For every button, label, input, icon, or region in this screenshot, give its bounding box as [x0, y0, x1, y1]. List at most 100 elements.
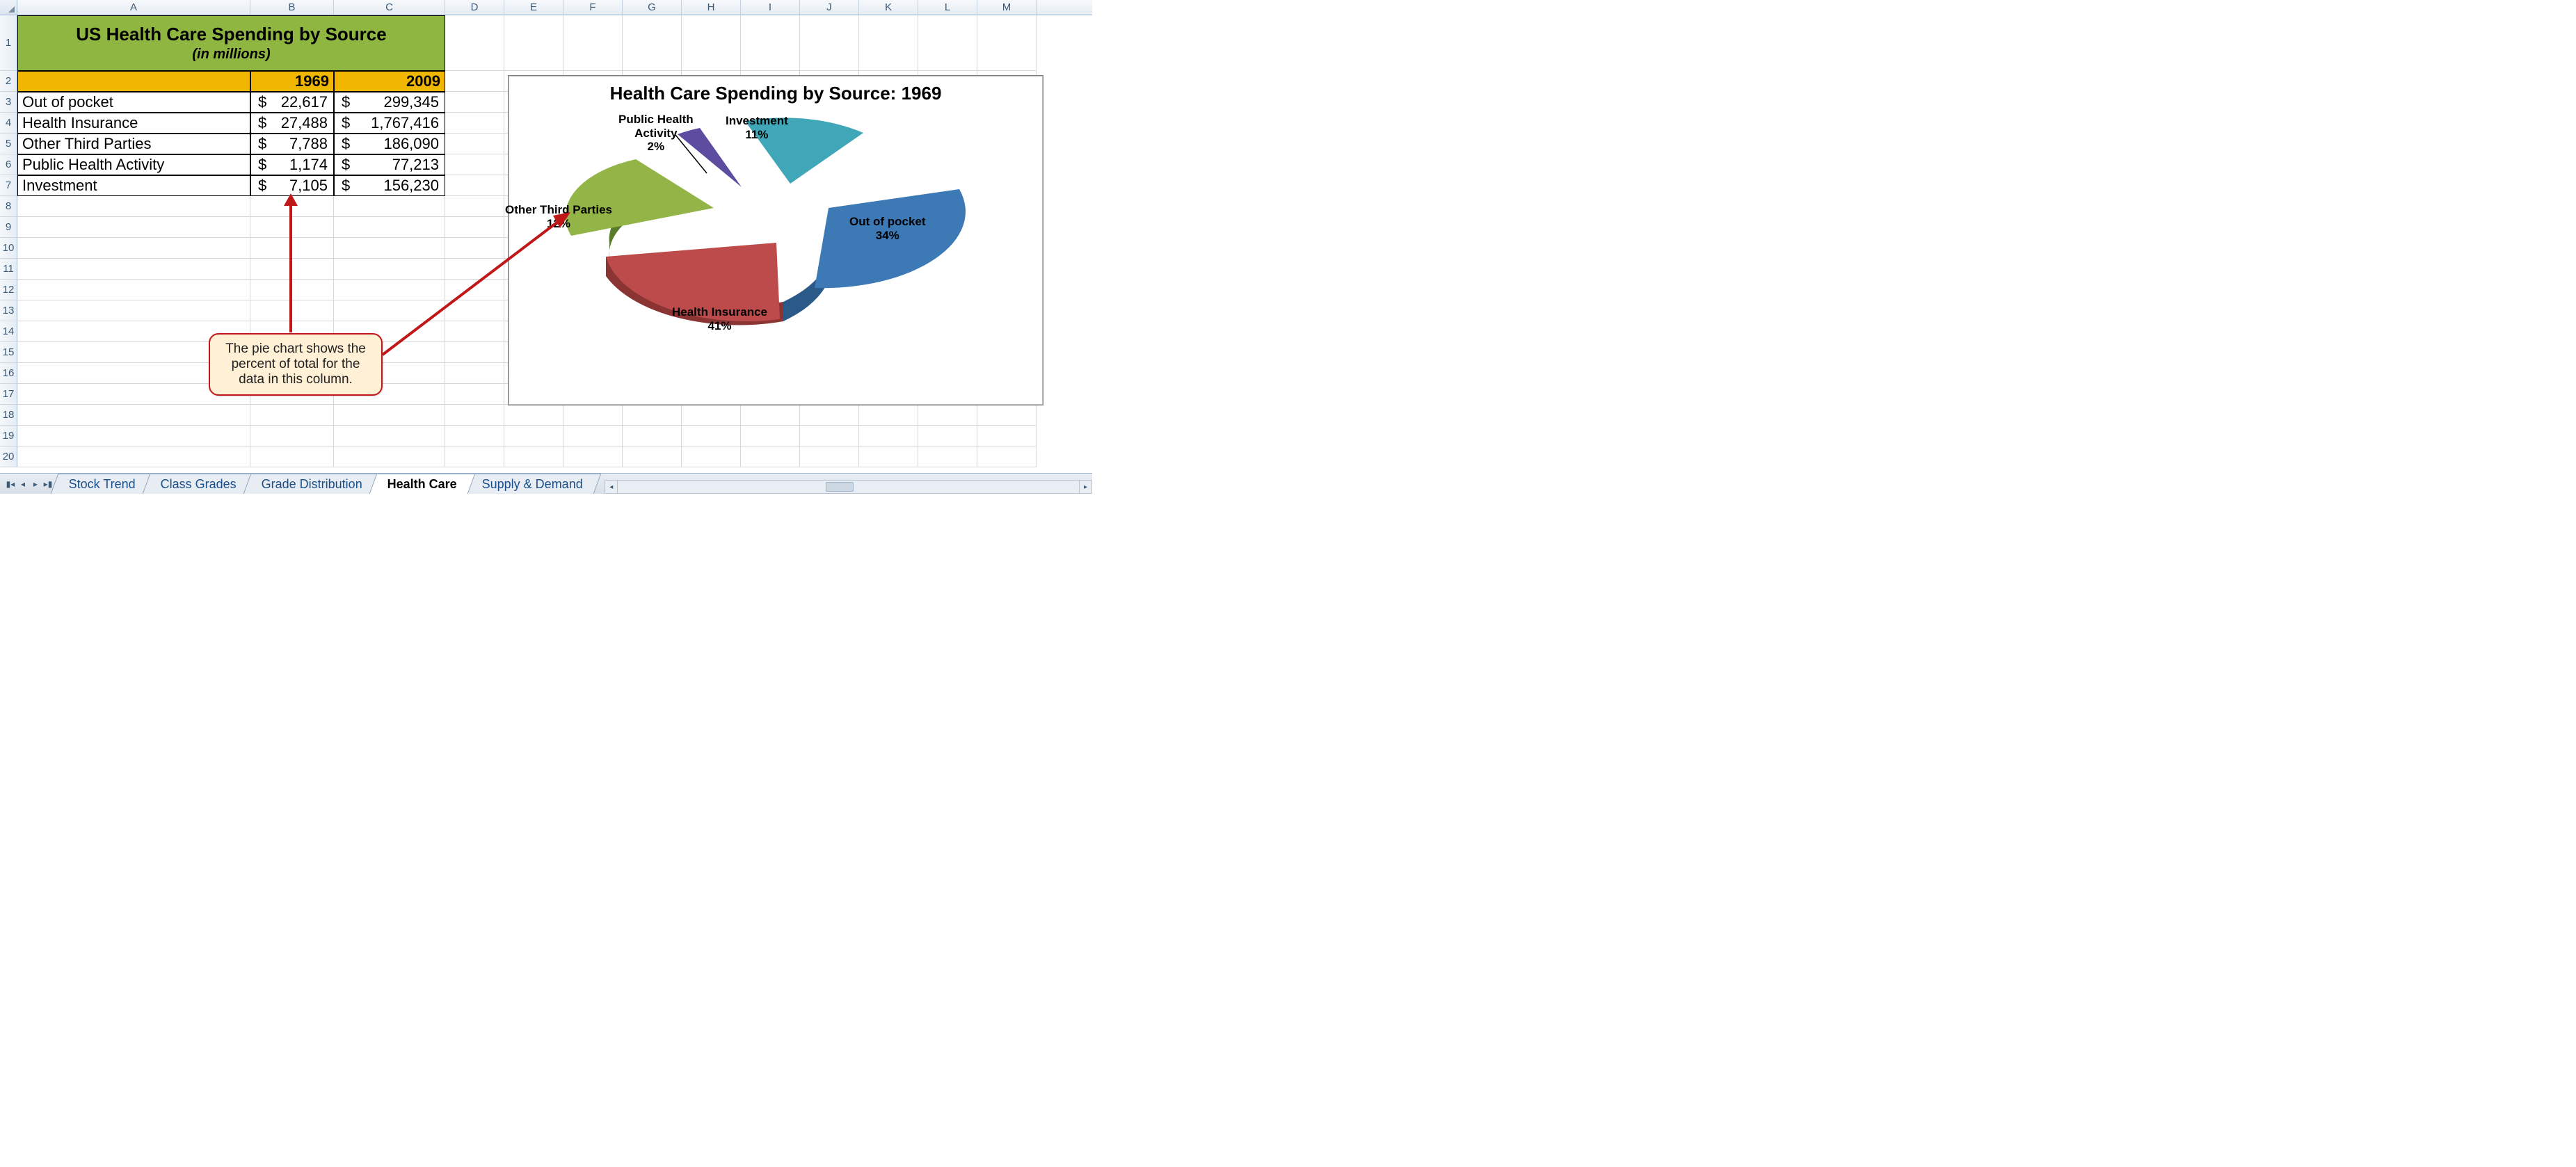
sheet-tab-grade-distribution[interactable]: Grade Distribution	[243, 474, 381, 494]
cell-H20[interactable]	[682, 446, 741, 467]
col-header-H[interactable]: H	[682, 0, 741, 15]
col-header-B[interactable]: B	[250, 0, 334, 15]
col-header-M[interactable]: M	[977, 0, 1037, 15]
cell-H1[interactable]	[682, 15, 741, 71]
cell-B20[interactable]	[250, 446, 334, 467]
cell-D5[interactable]	[445, 134, 504, 154]
select-all-corner[interactable]	[0, 0, 17, 15]
cell-D8[interactable]	[445, 196, 504, 217]
scroll-track[interactable]	[618, 481, 1079, 493]
row-header-14[interactable]: 14	[0, 321, 17, 342]
row-header-3[interactable]: 3	[0, 92, 17, 113]
row-header-16[interactable]: 16	[0, 363, 17, 384]
cell-A9[interactable]	[17, 217, 250, 238]
cell-G19[interactable]	[623, 426, 682, 446]
cell-D17[interactable]	[445, 384, 504, 405]
cell-F1[interactable]	[563, 15, 623, 71]
cell-C6[interactable]: $77,213	[334, 154, 445, 175]
cell-D2[interactable]	[445, 71, 504, 92]
cell-D11[interactable]	[445, 259, 504, 280]
cell-A10[interactable]	[17, 238, 250, 259]
tab-nav-next[interactable]: ▸	[29, 477, 42, 491]
row-header-7[interactable]: 7	[0, 175, 17, 196]
cell-A2[interactable]	[17, 71, 250, 92]
col-header-J[interactable]: J	[800, 0, 859, 15]
cell-D20[interactable]	[445, 446, 504, 467]
cell-B4[interactable]: $27,488	[250, 113, 334, 134]
cell-L18[interactable]	[918, 405, 977, 426]
col-header-A[interactable]: A	[17, 0, 250, 15]
cell-B6[interactable]: $1,174	[250, 154, 334, 175]
col-header-E[interactable]: E	[504, 0, 563, 15]
row-header-11[interactable]: 11	[0, 259, 17, 280]
cell-H19[interactable]	[682, 426, 741, 446]
cell-C18[interactable]	[334, 405, 445, 426]
cell-D1[interactable]	[445, 15, 504, 71]
cell-C13[interactable]	[334, 300, 445, 321]
cell-A20[interactable]	[17, 446, 250, 467]
cell-I19[interactable]	[741, 426, 800, 446]
cell-B8[interactable]	[250, 196, 334, 217]
scroll-right-icon[interactable]: ▸	[1079, 481, 1091, 493]
cell-D3[interactable]	[445, 92, 504, 113]
cell-D19[interactable]	[445, 426, 504, 446]
cell-D4[interactable]	[445, 113, 504, 134]
cell-F20[interactable]	[563, 446, 623, 467]
scroll-left-icon[interactable]: ◂	[605, 481, 618, 493]
cell-C3[interactable]: $299,345	[334, 92, 445, 113]
scroll-thumb[interactable]	[826, 482, 854, 492]
sheet-tab-supply-demand[interactable]: Supply & Demand	[464, 474, 602, 494]
col-header-D[interactable]: D	[445, 0, 504, 15]
cell-M20[interactable]	[977, 446, 1037, 467]
horizontal-scrollbar[interactable]: ◂ ▸	[605, 480, 1092, 494]
cell-B13[interactable]	[250, 300, 334, 321]
year-header-1969[interactable]: 1969	[250, 71, 334, 92]
cell-J19[interactable]	[800, 426, 859, 446]
row-header-4[interactable]: 4	[0, 113, 17, 134]
cell-E19[interactable]	[504, 426, 563, 446]
cell-D18[interactable]	[445, 405, 504, 426]
cell-B19[interactable]	[250, 426, 334, 446]
cell-D14[interactable]	[445, 321, 504, 342]
row-header-2[interactable]: 2	[0, 71, 17, 92]
col-header-K[interactable]: K	[859, 0, 918, 15]
cell-E1[interactable]	[504, 15, 563, 71]
cell-C5[interactable]: $186,090	[334, 134, 445, 154]
row-header-8[interactable]: 8	[0, 196, 17, 217]
cell-B7[interactable]: $7,105	[250, 175, 334, 196]
cell-M19[interactable]	[977, 426, 1037, 446]
row-header-6[interactable]: 6	[0, 154, 17, 175]
row-header-18[interactable]: 18	[0, 405, 17, 426]
cell-D15[interactable]	[445, 342, 504, 363]
cell-K19[interactable]	[859, 426, 918, 446]
cell-B12[interactable]	[250, 280, 334, 300]
cell-D6[interactable]	[445, 154, 504, 175]
cell-J18[interactable]	[800, 405, 859, 426]
cell-J1[interactable]	[800, 15, 859, 71]
cell-B11[interactable]	[250, 259, 334, 280]
cell-C10[interactable]	[334, 238, 445, 259]
cell-J20[interactable]	[800, 446, 859, 467]
row-header-15[interactable]: 15	[0, 342, 17, 363]
cell-L20[interactable]	[918, 446, 977, 467]
cell-A13[interactable]	[17, 300, 250, 321]
cell-G18[interactable]	[623, 405, 682, 426]
cell-B5[interactable]: $7,788	[250, 134, 334, 154]
cell-D10[interactable]	[445, 238, 504, 259]
cell-D12[interactable]	[445, 280, 504, 300]
row-header-13[interactable]: 13	[0, 300, 17, 321]
cell-M18[interactable]	[977, 405, 1037, 426]
cell-C7[interactable]: $156,230	[334, 175, 445, 196]
pie-chart[interactable]: Health Care Spending by Source: 1969	[508, 75, 1043, 405]
row-header-1[interactable]: 1	[0, 15, 17, 71]
cell-I1[interactable]	[741, 15, 800, 71]
year-header-2009[interactable]: 2009	[334, 71, 445, 92]
cell-D7[interactable]	[445, 175, 504, 196]
cell-K18[interactable]	[859, 405, 918, 426]
cell-G20[interactable]	[623, 446, 682, 467]
cell-A8[interactable]	[17, 196, 250, 217]
row-header-19[interactable]: 19	[0, 426, 17, 446]
tab-nav-prev[interactable]: ◂	[17, 477, 29, 491]
cell-I18[interactable]	[741, 405, 800, 426]
row-header-17[interactable]: 17	[0, 384, 17, 405]
